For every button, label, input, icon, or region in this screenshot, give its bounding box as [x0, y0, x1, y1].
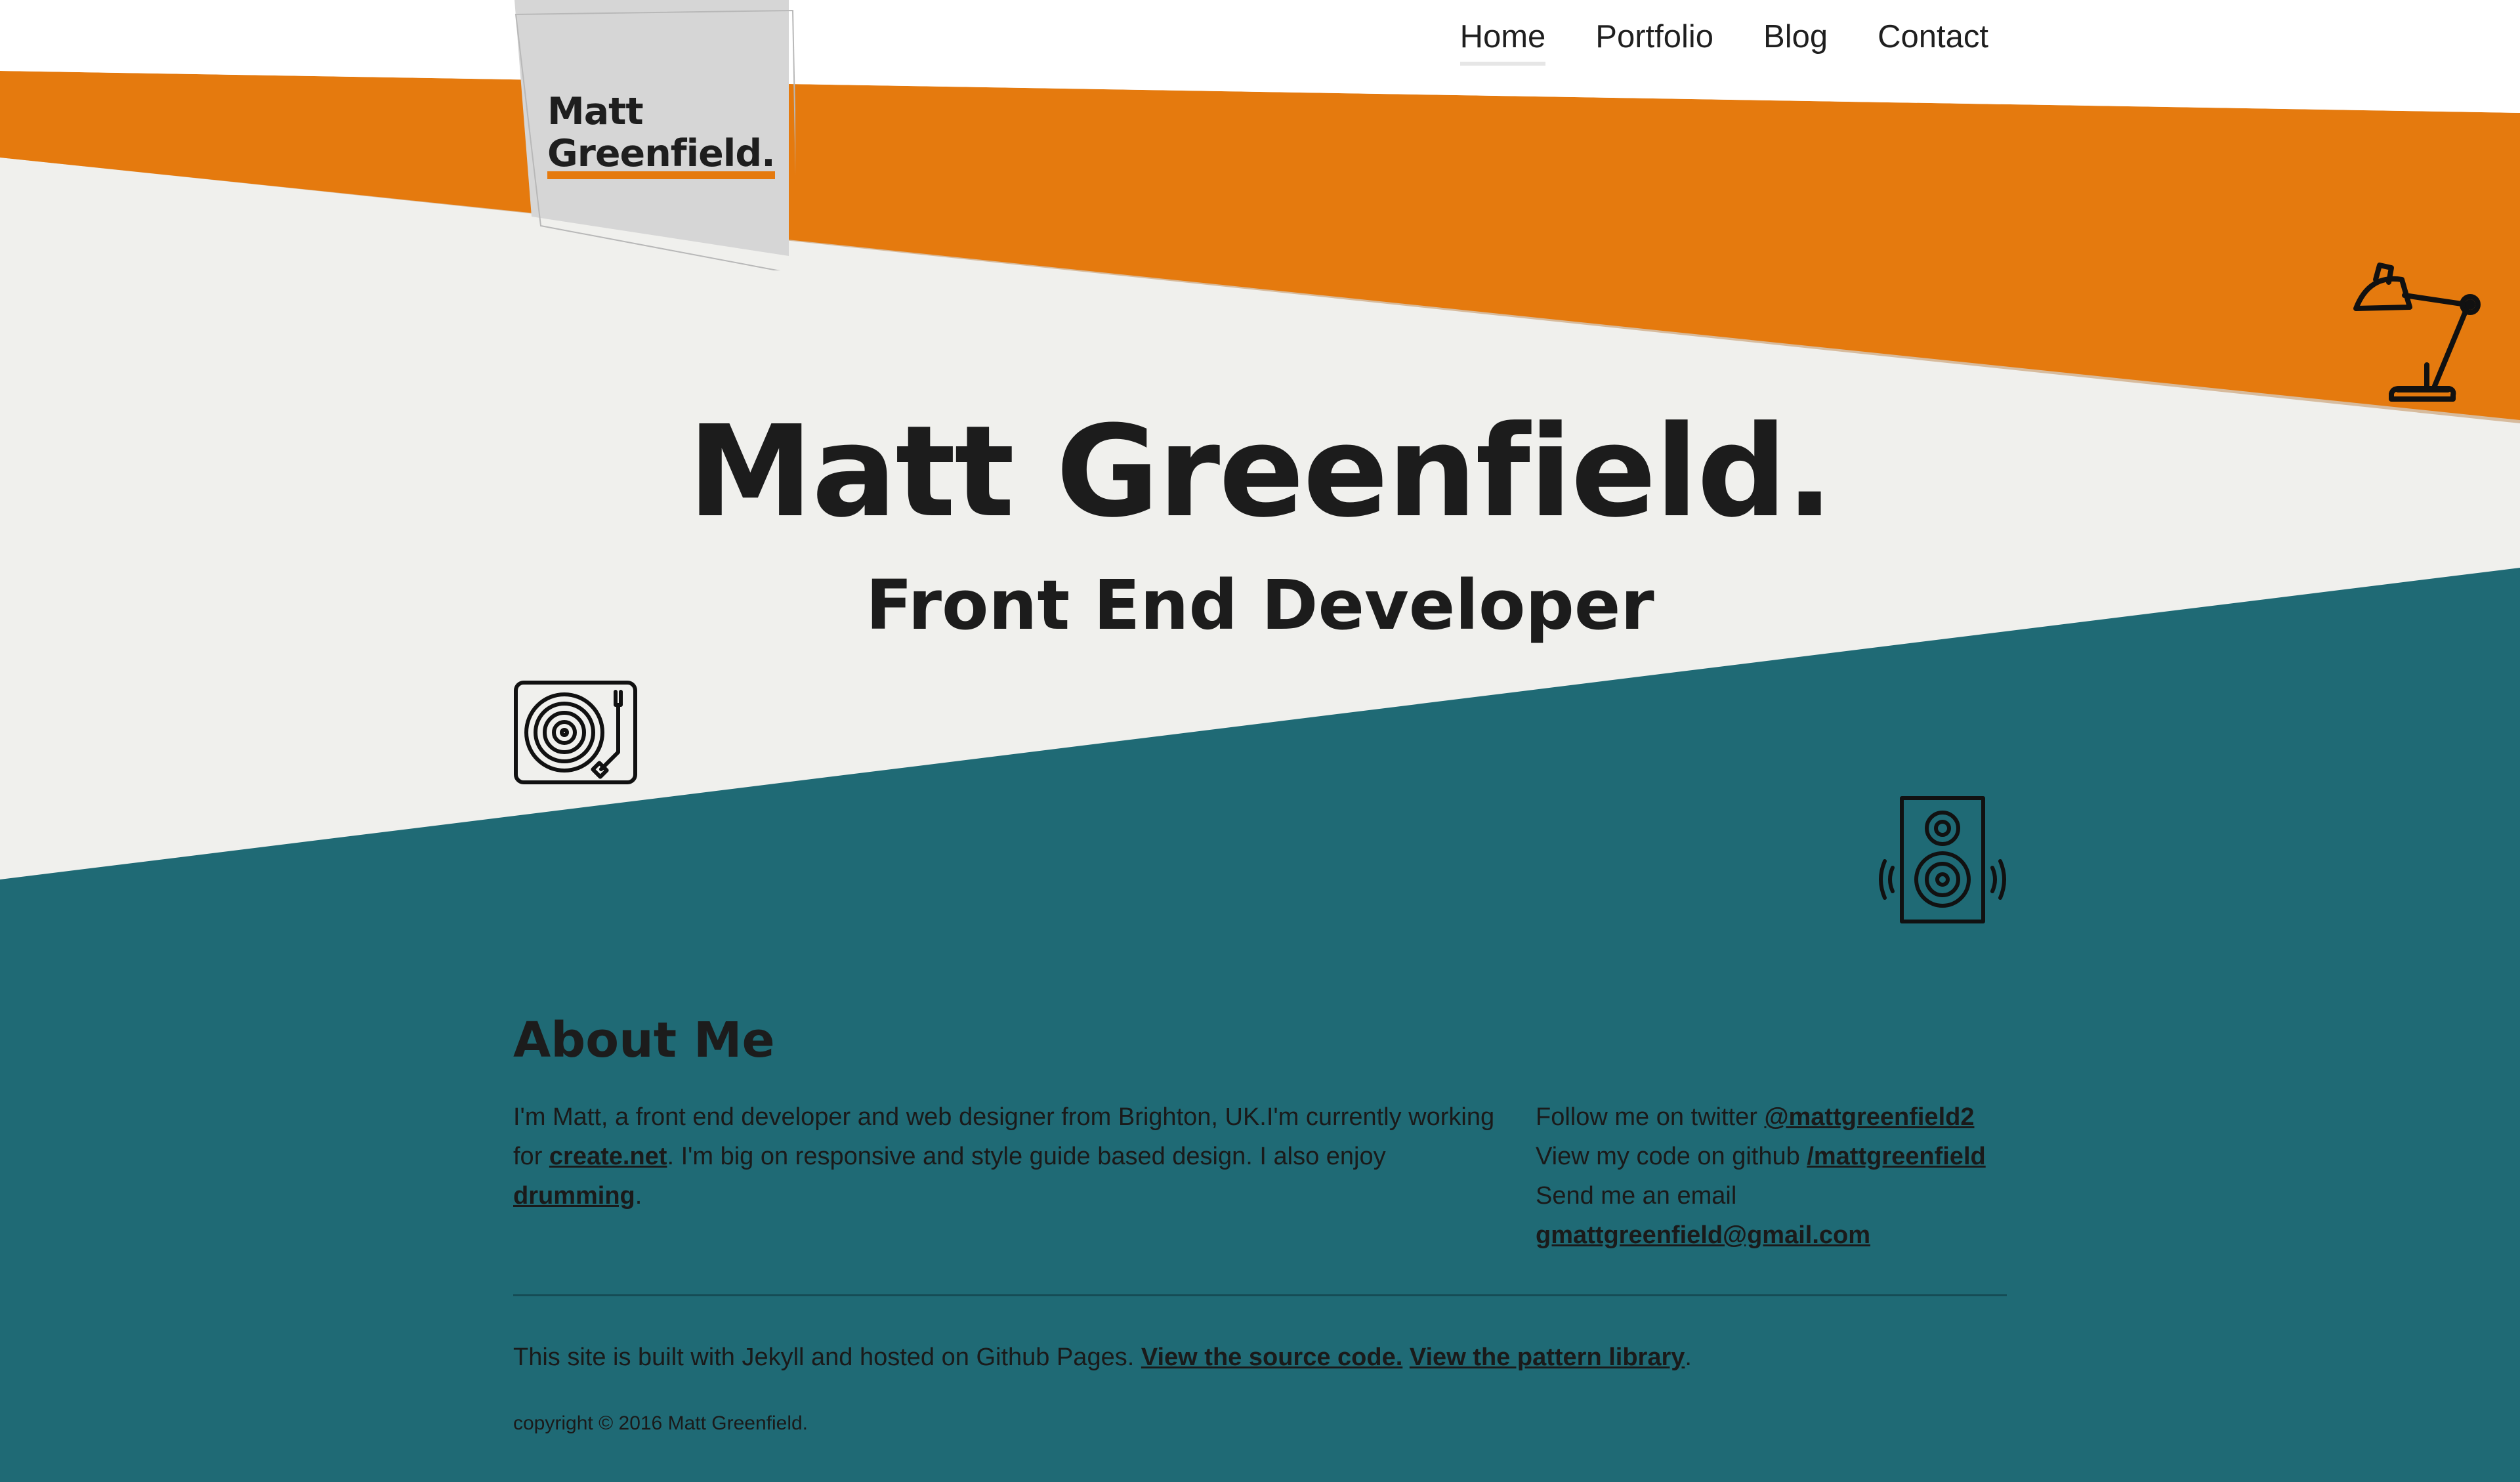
nav-contact[interactable]: Contact	[1878, 18, 1988, 66]
nav-blog[interactable]: Blog	[1763, 18, 1828, 66]
twitter-prefix: Follow me on twitter	[1536, 1103, 1765, 1131]
github-prefix: View my code on github	[1536, 1143, 1807, 1170]
twitter-link[interactable]: @mattgreenfield2	[1764, 1103, 1974, 1131]
background-shapes	[0, 0, 2520, 1482]
nav-portfolio[interactable]: Portfolio	[1595, 18, 1713, 66]
intro-text-3: .	[635, 1182, 642, 1210]
email-prefix: Send me an email	[1536, 1182, 1737, 1210]
github-line: View my code on github /mattgreenfield	[1536, 1137, 2061, 1176]
pattern-library-link[interactable]: View the pattern library	[1410, 1344, 1685, 1371]
github-link[interactable]: /mattgreenfield	[1807, 1143, 1985, 1170]
source-code-link[interactable]: View the source code.	[1141, 1344, 1402, 1371]
built-text: This site is built with Jekyll and hoste…	[513, 1344, 1141, 1371]
contact-links: Follow me on twitter @mattgreenfield2 Vi…	[1536, 1097, 2061, 1255]
built-end: .	[1685, 1344, 1692, 1371]
desk-lamp-icon	[2353, 263, 2481, 402]
footer-divider	[513, 1294, 2007, 1296]
copyright: copyright © 2016 Matt Greenfield.	[513, 1412, 808, 1434]
logo-line-1: Matt	[547, 90, 644, 133]
email-link[interactable]: gmattgreenfield@gmail.com	[1536, 1221, 1870, 1249]
main-nav: Home Portfolio Blog Contact	[1460, 18, 1988, 66]
turntable-icon	[514, 681, 637, 784]
about-intro: I'm Matt, a front end developer and web …	[513, 1097, 1511, 1216]
drumming-link[interactable]: drumming	[513, 1182, 635, 1210]
hero-subtitle: Front End Developer	[866, 565, 1654, 645]
twitter-line: Follow me on twitter @mattgreenfield2	[1536, 1097, 2061, 1137]
footer-built-with: This site is built with Jekyll and hoste…	[513, 1338, 1692, 1377]
logo-line-2: Greenfield.	[547, 135, 776, 179]
about-heading: About Me	[513, 1012, 775, 1069]
hero-title: Matt Greenfield.	[687, 399, 1834, 545]
nav-home[interactable]: Home	[1460, 18, 1546, 66]
intro-text-2: . I'm big on responsive and style guide …	[667, 1143, 1386, 1170]
create-net-link[interactable]: create.net	[549, 1143, 667, 1170]
site-logo[interactable]: Matt Greenfield.	[547, 90, 776, 179]
speaker-icon	[1879, 796, 2006, 923]
